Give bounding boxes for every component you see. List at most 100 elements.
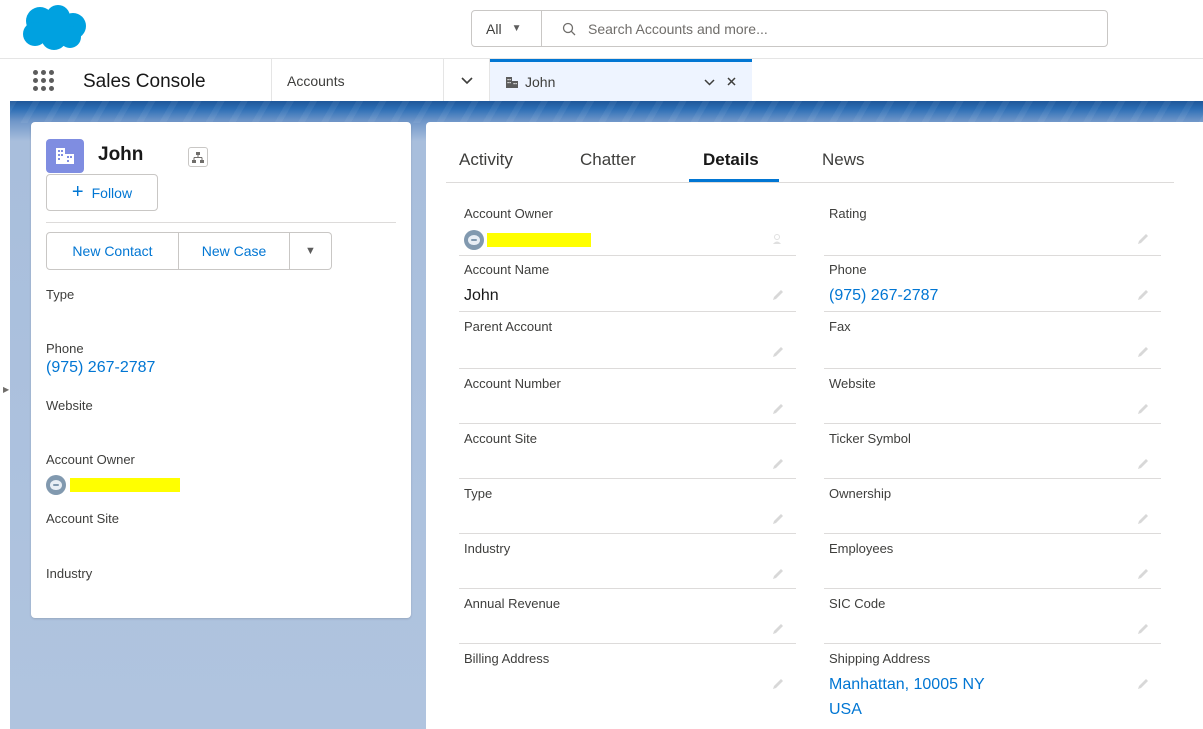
industry-label: Industry (46, 566, 93, 581)
phone-label: Phone (46, 341, 84, 356)
app-name: Sales Console (83, 71, 206, 92)
pencil-icon[interactable] (772, 513, 784, 525)
detail-field-ticker-symbol: Ticker Symbol (824, 431, 1161, 479)
detail-field-shipping-address: Shipping Address Manhattan, 10005 NY USA (824, 651, 1161, 729)
hierarchy-icon[interactable] (188, 147, 208, 167)
field-label: Account Number (464, 376, 561, 391)
tab-activity[interactable]: Activity (459, 150, 513, 170)
account-owner-label: Account Owner (46, 452, 135, 467)
shipping-address-line1[interactable]: Manhattan, 10005 NY (829, 676, 985, 694)
account-building-icon (46, 139, 84, 173)
account-site-label: Account Site (46, 511, 119, 526)
shipping-address-line2[interactable]: USA (829, 701, 862, 719)
search-input[interactable] (588, 20, 1088, 37)
detail-field-account-name: Account Name John (459, 262, 796, 312)
detail-field-annual-revenue: Annual Revenue (459, 596, 796, 644)
account-owner-value[interactable] (46, 475, 180, 495)
pencil-icon[interactable] (772, 678, 784, 690)
nav-item-accounts-label: Accounts (287, 72, 345, 89)
detail-field-rating: Rating (824, 206, 1161, 256)
new-contact-button[interactable]: New Contact (46, 232, 179, 270)
field-value: John (464, 287, 499, 304)
field-label: Phone (829, 262, 867, 277)
divider (446, 182, 1174, 183)
expand-panel-icon[interactable]: ▶ (3, 385, 9, 394)
detail-field-fax: Fax (824, 319, 1161, 369)
tab-news[interactable]: News (822, 150, 865, 170)
nav-menu-dropdown[interactable] (443, 59, 490, 102)
nav-item-accounts[interactable]: Accounts (271, 59, 443, 102)
account-building-icon (506, 77, 518, 88)
console-nav-bar: Sales Console Accounts John (0, 58, 1203, 102)
pencil-icon[interactable] (772, 346, 784, 358)
divider (46, 222, 396, 223)
salesforce-cloud-logo[interactable] (18, 4, 88, 52)
pencil-icon[interactable] (772, 289, 784, 301)
chevron-down-icon (460, 76, 473, 84)
phone-link[interactable]: (975) 267-2787 (829, 287, 938, 305)
field-label: Type (464, 486, 493, 501)
field-label: Account Owner (464, 206, 553, 221)
new-contact-label: New Contact (72, 243, 153, 259)
follow-label: Follow (91, 184, 133, 201)
redacted-owner-name (487, 233, 591, 247)
pencil-icon[interactable] (1137, 623, 1149, 635)
type-label: Type (46, 287, 75, 302)
app-launcher-icon[interactable] (30, 67, 56, 93)
tab-details[interactable]: Details (703, 150, 759, 170)
pencil-icon[interactable] (1137, 513, 1149, 525)
field-label: Fax (829, 319, 851, 334)
lock-icon (773, 234, 781, 244)
record-highlights-card: John + Follow New Contact New Case ▼ Typ… (31, 122, 411, 618)
utility-edge (0, 101, 10, 729)
detail-field-account-owner: Account Owner (459, 206, 796, 256)
pencil-icon[interactable] (1137, 568, 1149, 580)
website-label: Website (46, 398, 93, 413)
action-button-group: New Contact New Case ▼ (46, 232, 332, 270)
follow-button[interactable]: + Follow (46, 174, 158, 211)
field-label: Shipping Address (829, 651, 931, 666)
detail-field-account-number: Account Number (459, 376, 796, 424)
field-label: Ticker Symbol (829, 431, 911, 446)
field-label: Rating (829, 206, 867, 221)
caret-down-icon: ▼ (511, 23, 522, 34)
pencil-icon[interactable] (1137, 233, 1149, 245)
tab-actions (696, 74, 736, 89)
search-scope-dropdown[interactable]: All ▼ (472, 11, 542, 46)
pencil-icon[interactable] (772, 458, 784, 470)
close-icon[interactable] (727, 74, 736, 89)
detail-field-account-site: Account Site (459, 431, 796, 479)
record-detail-panel: Activity Chatter Details News Account Ow… (426, 122, 1203, 729)
field-label: Website (829, 376, 876, 391)
pencil-icon[interactable] (772, 568, 784, 580)
detail-field-parent-account: Parent Account (459, 319, 796, 369)
user-avatar-icon (464, 230, 484, 250)
user-avatar-icon (46, 475, 66, 495)
detail-field-phone: Phone (975) 267-2787 (824, 262, 1161, 312)
caret-down-icon: ▼ (305, 245, 316, 257)
tab-record-john[interactable]: John (490, 59, 752, 102)
detail-field-sic-code: SIC Code (824, 596, 1161, 644)
account-owner-value[interactable] (464, 230, 591, 250)
field-label: Account Site (464, 431, 537, 446)
pencil-icon[interactable] (1137, 403, 1149, 415)
tab-chatter[interactable]: Chatter (580, 150, 636, 170)
field-label: Parent Account (464, 319, 553, 334)
field-label: Billing Address (464, 651, 550, 666)
pencil-icon[interactable] (1137, 289, 1149, 301)
pencil-icon[interactable] (1137, 678, 1149, 690)
detail-field-billing-address: Billing Address (459, 651, 796, 729)
pencil-icon[interactable] (1137, 346, 1149, 358)
global-header: All ▼ (0, 0, 1203, 58)
more-actions-button[interactable]: ▼ (290, 232, 332, 270)
detail-field-ownership: Ownership (824, 486, 1161, 534)
phone-link[interactable]: (975) 267-2787 (46, 359, 155, 377)
tab-record-label: John (525, 74, 556, 90)
field-label: Annual Revenue (464, 596, 561, 611)
pencil-icon[interactable] (1137, 458, 1149, 470)
pencil-icon[interactable] (772, 403, 784, 415)
new-case-button[interactable]: New Case (179, 232, 290, 270)
chevron-down-icon[interactable] (704, 74, 719, 89)
field-label: Ownership (829, 486, 892, 501)
pencil-icon[interactable] (772, 623, 784, 635)
